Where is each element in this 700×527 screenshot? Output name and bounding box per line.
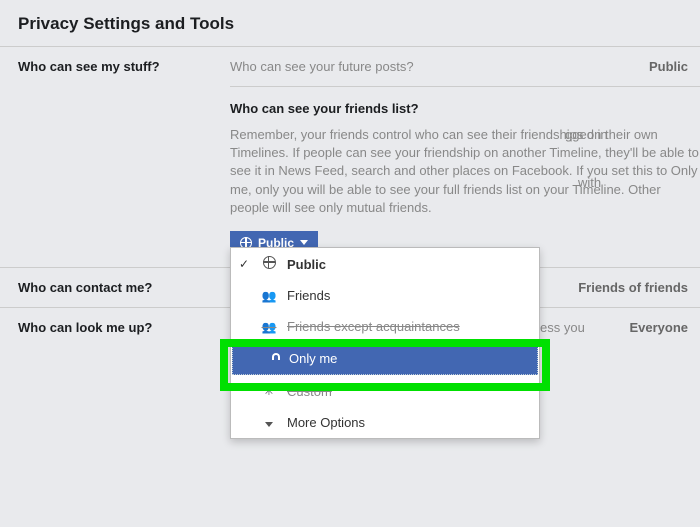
globe-icon	[261, 256, 277, 272]
section-who-can-see: Who can see my stuff? Who can see your f…	[0, 46, 700, 267]
dropdown-option-public[interactable]: ✓ Public	[231, 248, 539, 280]
future-posts-question: Who can see your future posts?	[230, 59, 649, 74]
dropdown-option-friends-except[interactable]: Friends except acquaintances	[231, 311, 539, 342]
section-label-contact: Who can contact me?	[0, 280, 230, 295]
audience-dropdown: ✓ Public Friends Friends except acquaint…	[230, 247, 540, 439]
contact-value[interactable]: Friends of friends	[578, 280, 688, 295]
section-label-lookup: Who can look me up?	[0, 320, 230, 350]
obscured-text: with	[578, 175, 601, 190]
option-label: Friends except acquaintances	[287, 319, 460, 334]
option-label: More Options	[287, 415, 365, 430]
friends-list-heading: Who can see your friends list?	[230, 101, 700, 116]
chevron-down-icon	[261, 415, 277, 430]
dropdown-option-friends[interactable]: Friends	[231, 280, 539, 311]
lookup-value[interactable]: Everyone	[629, 320, 688, 350]
friends-list-panel: Who can see your friends list? Remember,…	[230, 86, 700, 255]
future-posts-value[interactable]: Public	[649, 59, 688, 74]
dropdown-option-custom[interactable]: Custom	[231, 375, 539, 407]
check-icon: ✓	[239, 257, 249, 271]
dropdown-option-only-me[interactable]: Only me	[232, 342, 538, 375]
friends-list-description: Remember, your friends control who can s…	[230, 126, 700, 217]
option-label: Only me	[289, 351, 337, 366]
friends-icon	[261, 319, 277, 334]
gear-icon	[261, 383, 277, 399]
obscured-text: gged in	[565, 127, 608, 142]
option-label: Custom	[287, 384, 332, 399]
caret-down-icon	[300, 240, 308, 245]
option-label: Public	[287, 257, 326, 272]
option-label: Friends	[287, 288, 330, 303]
dropdown-option-more[interactable]: More Options	[231, 407, 539, 438]
page-title: Privacy Settings and Tools	[0, 0, 700, 46]
section-label-stuff: Who can see my stuff?	[0, 59, 230, 255]
friends-icon	[261, 288, 277, 303]
